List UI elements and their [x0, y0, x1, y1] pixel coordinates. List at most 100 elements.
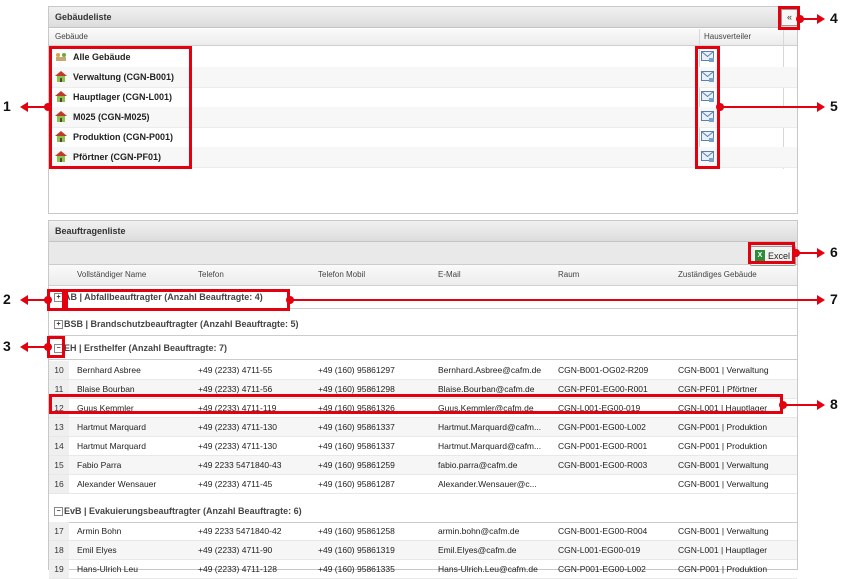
commissioners-panel-title: Beauftragenliste — [49, 221, 797, 242]
table-cell: +49 (160) 95861287 — [318, 479, 395, 489]
table-cell: Hartmut.Marquard@cafm... — [438, 441, 542, 451]
table-row[interactable]: 18 Emil Elyes +49 (2233) 4711-90 +49 (160) … — [49, 541, 797, 560]
group-header[interactable]: − EvB | Evakuierungsbeauftragter (Anzahl … — [49, 500, 797, 523]
table-cell: +49 (2233) 4711-55 — [198, 365, 273, 375]
table-cell: CGN-B001 | Verwaltung — [678, 479, 769, 489]
arrow-dot — [796, 15, 804, 23]
group-label: BSB | Brandschutzbeauftragter (Anzahl Be… — [64, 319, 299, 329]
table-row[interactable]: 14 Hartmut Marquard +49 (2233) 4711-130 +49… — [49, 437, 797, 456]
table-cell: CGN-B001-EG00-R003 — [558, 460, 648, 470]
row-number: 18 — [49, 541, 69, 559]
table-cell: CGN-P001-EG00-R001 — [558, 441, 648, 451]
arrow-line — [783, 404, 818, 406]
col-phone[interactable]: Telefon — [194, 265, 224, 285]
highlight-selected-row — [49, 394, 783, 414]
collapse-icon[interactable]: − — [54, 507, 63, 516]
arrow-head — [817, 102, 825, 112]
table-cell: +49 (160) 95861319 — [318, 545, 395, 555]
row-number: 14 — [49, 437, 69, 455]
table-row[interactable]: 15 Fabio Parra +49 2233 5471840-43 +49 (160… — [49, 456, 797, 475]
table-cell: +49 2233 5471840-42 — [198, 526, 282, 536]
table-cell: CGN-B001 | Verwaltung — [678, 365, 769, 375]
table-cell: +49 2233 5471840-43 — [198, 460, 282, 470]
table-cell: +49 (160) 95861337 — [318, 422, 395, 432]
table-cell: +49 (2233) 4711-130 — [198, 422, 278, 432]
arrow-dot — [779, 401, 787, 409]
table-cell: Hartmut.Marquard@cafm... — [438, 422, 542, 432]
table-cell: +49 (2233) 4711-130 — [198, 441, 278, 451]
commissioners-grid: + AB | Abfallbeauftragter (Anzahl Beauftr… — [49, 286, 797, 579]
group-label: EH | Ersthelfer (Anzahl Beauftragte: 7) — [64, 343, 228, 353]
table-cell: CGN-P001 | Produktion — [678, 422, 768, 432]
arrow-dot — [44, 103, 52, 111]
table-cell: Hartmut Marquard — [77, 441, 146, 451]
table-cell: +49 (160) 95861297 — [318, 365, 395, 375]
table-cell: +49 (160) 95861337 — [318, 441, 395, 451]
arrow-dot — [716, 103, 724, 111]
arrow-dot — [44, 296, 52, 304]
table-row[interactable]: 19 Hans-Ulrich Leu +49 (2233) 4711-128 +49 … — [49, 560, 797, 579]
toolbar — [49, 242, 797, 265]
table-cell: CGN-P001-EG00-L002 — [558, 422, 646, 432]
col-email[interactable]: E-Mail — [434, 265, 461, 285]
table-cell: CGN-P001 | Produktion — [678, 441, 768, 451]
col-distributor[interactable]: Hausverteiler — [700, 29, 751, 45]
group-header[interactable]: − EH | Ersthelfer (Anzahl Beauftragte: 7) — [49, 337, 797, 360]
row-number: 10 — [49, 361, 69, 379]
arrow-head — [817, 400, 825, 410]
table-row[interactable]: 16 Alexander Wensauer +49 (2233) 4711-45 +4… — [49, 475, 797, 494]
table-cell: CGN-B001-OG02-R209 — [558, 365, 649, 375]
table-cell: Armin Bohn — [77, 526, 122, 536]
table-cell: CGN-P001-EG00-L002 — [558, 564, 646, 574]
callout-2: 2 — [3, 291, 11, 307]
table-cell: +49 (2233) 4711-90 — [198, 545, 273, 555]
table-cell: Alexander.Wensauer@c... — [438, 479, 537, 489]
table-cell: Emil.Elyes@cafm.de — [438, 545, 517, 555]
table-cell: CGN-B001 | Verwaltung — [678, 526, 769, 536]
table-cell: +49 (160) 95861258 — [318, 526, 395, 536]
table-cell: fabio.parra@cafm.de — [438, 460, 518, 470]
arrow-line — [290, 299, 818, 301]
table-cell: +49 (2233) 4711-128 — [198, 564, 278, 574]
table-cell: Fabio Parra — [77, 460, 122, 470]
table-row[interactable]: 10 Bernhard Asbree +49 (2233) 4711-55 +49 (… — [49, 361, 797, 380]
highlight-group-header — [65, 289, 290, 311]
table-cell: CGN-L001-EG00-019 — [558, 545, 641, 555]
table-cell: CGN-P001 | Produktion — [678, 564, 768, 574]
table-cell: Hans-Ulrich Leu — [77, 564, 138, 574]
row-number: 19 — [49, 560, 69, 578]
row-number: 15 — [49, 456, 69, 474]
arrow-head — [817, 248, 825, 258]
table-cell: Hans-Ulrich.Leu@cafm.de — [438, 564, 538, 574]
col-fullname[interactable]: Vollständiger Name — [73, 265, 146, 285]
group-header[interactable]: + BSB | Brandschutzbeauftragter (Anzahl B… — [49, 313, 797, 336]
table-cell: +49 (160) 95861335 — [318, 564, 395, 574]
table-cell: Emil Elyes — [77, 545, 117, 555]
highlight-excel-button — [748, 242, 795, 264]
expand-icon[interactable]: + — [54, 320, 63, 329]
callout-1: 1 — [3, 98, 11, 114]
col-mobile[interactable]: Telefon Mobil — [314, 265, 365, 285]
callout-3: 3 — [3, 338, 11, 354]
col-building[interactable]: Gebäude — [51, 29, 88, 45]
buildings-panel-title: Gebäudeliste — [49, 7, 797, 28]
arrow-line — [720, 106, 818, 108]
table-row[interactable]: 13 Hartmut Marquard +49 (2233) 4711-130 +49… — [49, 418, 797, 437]
callout-7: 7 — [830, 291, 838, 307]
table-cell: Bernhard Asbree — [77, 365, 141, 375]
row-number: 13 — [49, 418, 69, 436]
table-cell: CGN-B001-EG00-R004 — [558, 526, 648, 536]
table-row[interactable]: 17 Armin Bohn +49 2233 5471840-42 +49 (160)… — [49, 522, 797, 541]
arrow-dot — [792, 249, 800, 257]
col-room[interactable]: Raum — [554, 265, 579, 285]
table-cell: CGN-B001 | Verwaltung — [678, 460, 769, 470]
col-building-responsible[interactable]: Zuständiges Gebäude — [674, 265, 757, 285]
arrow-dot — [286, 296, 294, 304]
table-cell: Bernhard.Asbree@cafm.de — [438, 365, 542, 375]
group-label: EvB | Evakuierungsbeauftragter (Anzahl B… — [64, 506, 302, 516]
highlight-building-list — [49, 46, 192, 169]
table-cell: CGN-L001 | Hauptlager — [678, 545, 768, 555]
arrow-dot — [44, 343, 52, 351]
commissioners-column-header: Vollständiger Name Telefon Telefon Mobil… — [49, 265, 797, 286]
arrow-head — [817, 14, 825, 24]
